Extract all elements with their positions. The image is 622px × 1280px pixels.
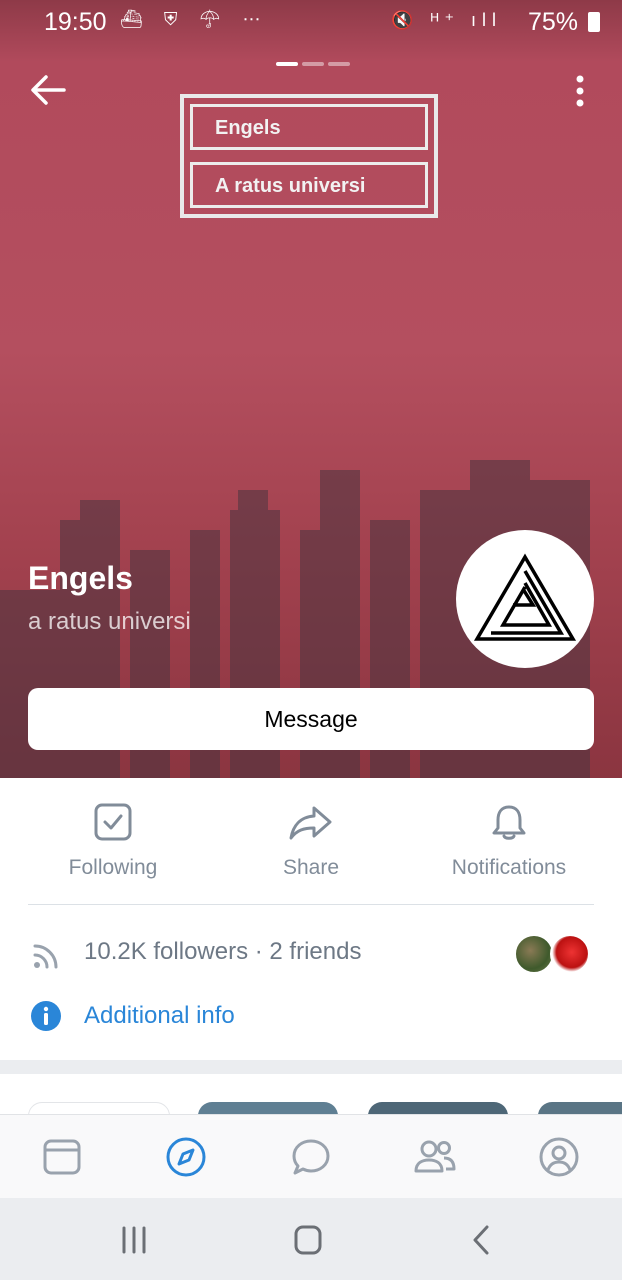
additional-info-link: Additional info (84, 1002, 235, 1029)
bottom-tab-bar (0, 1114, 622, 1199)
status-bar: 19:50 ⛴ ⛨ ☂ ⋯ 🔇 ᴴ⁺ ıll 75% (0, 0, 622, 44)
rss-icon (33, 944, 58, 969)
followers-count: 10.2K followers · 2 friends (84, 938, 362, 965)
notifications-button[interactable]: Notifications (414, 802, 604, 880)
share-label: Share (282, 856, 340, 879)
group-name: Engels (28, 560, 133, 596)
system-back-icon[interactable] (462, 1222, 502, 1258)
cover-page-indicator (276, 62, 350, 66)
messages-icon[interactable] (289, 1135, 333, 1179)
explore-icon[interactable] (164, 1135, 208, 1179)
battery-icon (588, 12, 600, 32)
cover-title-box: Engels (190, 104, 428, 150)
friend-avatar (514, 934, 554, 974)
group-info-card: Following Share Notifications 10.2K foll… (0, 778, 622, 1060)
status-time: 19:50 (44, 8, 107, 36)
friends-icon[interactable] (413, 1135, 457, 1179)
page-dot (276, 62, 298, 66)
page-dot (328, 62, 350, 66)
profile-icon[interactable] (537, 1135, 581, 1179)
battery-percent: 75% (527, 8, 578, 36)
group-avatar[interactable] (456, 530, 594, 668)
cover-subtitle-box: A ratus universi (190, 162, 428, 208)
penrose-triangle-logo-icon (473, 553, 577, 641)
info-icon (31, 1001, 61, 1031)
followers-row[interactable]: 10.2K followers · 2 friends (28, 932, 594, 976)
action-row: Following Share Notifications (28, 778, 594, 905)
friends-avatars[interactable] (514, 934, 594, 974)
group-status: a ratus universi (28, 608, 191, 635)
friend-avatar (550, 934, 590, 974)
following-button[interactable]: Following (18, 802, 208, 880)
page-dot (302, 62, 324, 66)
back-arrow-icon[interactable] (28, 72, 68, 108)
home-icon[interactable] (288, 1222, 328, 1258)
more-vertical-icon[interactable] (566, 74, 594, 108)
bell-icon (492, 805, 526, 840)
status-notification-icons: ⛴ ⛨ ☂ ⋯ (120, 9, 269, 29)
checkbox-icon (94, 803, 132, 841)
following-label: Following (68, 856, 158, 879)
message-button[interactable]: Message (28, 688, 594, 750)
signal-icon: 🔇 ᴴ⁺ ıll (391, 10, 502, 30)
cover-logo-frame: Engels A ratus universi (180, 94, 438, 218)
share-button[interactable]: Share (216, 802, 406, 880)
share-icon (289, 806, 332, 840)
news-icon[interactable] (40, 1135, 84, 1179)
recent-apps-icon[interactable] (114, 1222, 154, 1258)
cover-header: 19:50 ⛴ ⛨ ☂ ⋯ 🔇 ᴴ⁺ ıll 75% Engels A ratu… (0, 0, 622, 778)
notifications-label: Notifications (451, 856, 567, 879)
system-navigation-bar (0, 1198, 622, 1280)
